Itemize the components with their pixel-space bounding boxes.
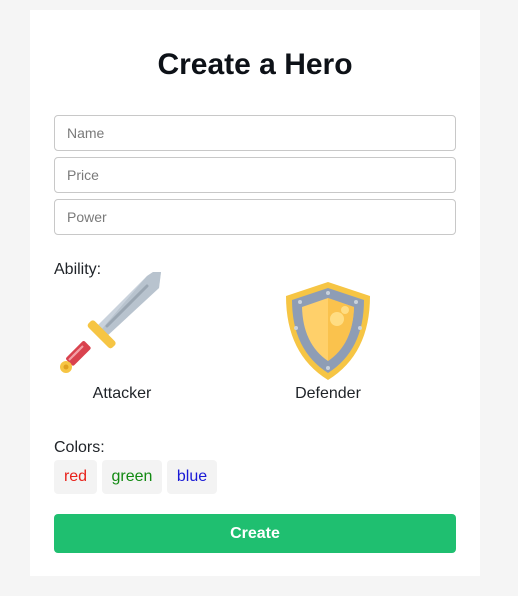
ability-label-attacker: Attacker [92, 385, 152, 402]
name-input[interactable] [54, 115, 456, 151]
ability-option-attacker[interactable] [47, 268, 197, 403]
colors-label: Colors: [54, 439, 105, 456]
color-chip-red[interactable]: red [54, 460, 97, 494]
create-button[interactable]: Create [54, 514, 456, 553]
price-input[interactable] [54, 157, 456, 193]
power-input[interactable] [54, 199, 456, 235]
color-chip-green[interactable]: green [102, 460, 162, 494]
ability-label-defender: Defender [295, 385, 361, 402]
ability-option-defender[interactable] [253, 268, 403, 403]
page-title: Create a Hero [157, 48, 353, 81]
color-chip-blue[interactable]: blue [167, 460, 217, 494]
